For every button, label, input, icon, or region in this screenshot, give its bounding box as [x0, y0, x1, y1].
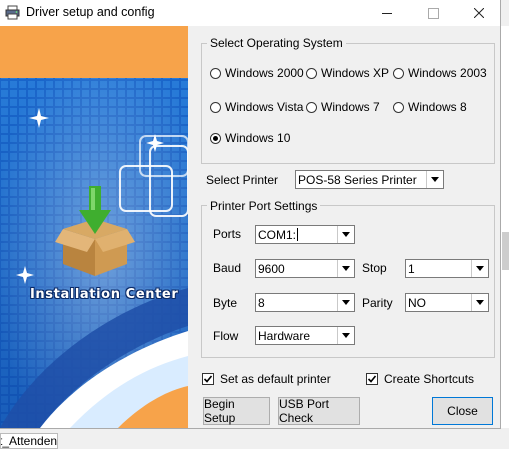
chevron-down-icon — [471, 260, 488, 277]
title-bar: Driver setup and config — [0, 0, 500, 26]
chevron-down-icon — [337, 260, 354, 277]
byte-select-value: 8 — [258, 295, 265, 310]
radio-circle — [393, 67, 404, 79]
radio-label: Windows 10 — [225, 131, 291, 145]
printer-select-value: POS-58 Series Printer — [298, 172, 417, 187]
background-desktop — [0, 428, 509, 449]
radio-label: Windows Vista — [225, 100, 304, 114]
maximize-icon — [427, 7, 439, 19]
maximize-button[interactable] — [410, 0, 456, 26]
radio-circle — [210, 101, 221, 113]
installation-banner: Installation Center — [0, 26, 188, 428]
radio-label: Windows 2003 — [408, 66, 487, 80]
checkbox-box — [366, 373, 378, 385]
chevron-down-icon — [471, 294, 488, 311]
radio-windows-7[interactable]: Windows 7 — [306, 100, 380, 114]
byte-select[interactable]: 8 — [255, 293, 355, 312]
radio-label: Windows XP — [321, 66, 390, 80]
radio-windows-xp[interactable]: Windows XP — [306, 66, 389, 80]
radio-label: Windows 8 — [408, 100, 467, 114]
radio-windows-10[interactable]: Windows 10 — [210, 131, 290, 145]
baud-select-value: 9600 — [258, 261, 285, 276]
printer-select[interactable]: POS-58 Series Printer — [295, 170, 444, 189]
radio-circle-selected — [210, 132, 221, 144]
radio-windows-2003[interactable]: Windows 2003 — [393, 66, 487, 80]
banner-caption: Installation Center — [30, 287, 179, 302]
flow-select-value: Hardware — [258, 328, 311, 343]
close-icon — [474, 8, 484, 18]
background-panel-edge — [500, 26, 509, 428]
background-taskbar-item: t_Attenden — [0, 433, 58, 449]
byte-label: Byte — [213, 296, 238, 310]
radio-label: Windows 2000 — [225, 66, 304, 80]
ports-select-value: COM1: — [258, 227, 299, 242]
stop-select-value: 1 — [408, 261, 415, 276]
chevron-down-icon — [337, 294, 354, 311]
select-printer-label: Select Printer — [206, 173, 279, 187]
begin-setup-button[interactable]: Begin Setup — [203, 397, 270, 425]
radio-label: Windows 7 — [321, 100, 380, 114]
checkmark-icon — [367, 375, 377, 383]
stop-select[interactable]: 1 — [405, 259, 489, 278]
radio-circle — [306, 101, 317, 113]
window-title: Driver setup and config — [26, 5, 155, 19]
background-scrollbar-thumb — [502, 232, 509, 270]
checkbox-label: Create Shortcuts — [384, 372, 475, 386]
chevron-down-icon — [337, 226, 354, 243]
close-window-button[interactable] — [456, 0, 502, 26]
minimize-icon — [382, 12, 392, 14]
radio-windows-2000[interactable]: Windows 2000 — [210, 66, 304, 80]
radio-windows-8[interactable]: Windows 8 — [393, 100, 467, 114]
parity-label: Parity — [362, 296, 393, 310]
radio-windows-vista[interactable]: Windows Vista — [210, 100, 303, 114]
printer-app-icon — [5, 5, 20, 20]
default-printer-checkbox[interactable]: Set as default printer — [202, 372, 331, 386]
flow-select[interactable]: Hardware — [255, 326, 355, 345]
radio-circle — [393, 101, 404, 113]
parity-select[interactable]: NO — [405, 293, 489, 312]
close-button[interactable]: Close — [432, 397, 493, 425]
checkbox-label: Set as default printer — [220, 372, 331, 386]
chevron-down-icon — [337, 327, 354, 344]
text-cursor — [297, 228, 299, 241]
port-settings-legend: Printer Port Settings — [207, 199, 321, 213]
os-group-legend: Select Operating System — [207, 36, 346, 50]
radio-circle — [210, 67, 221, 79]
create-shortcuts-checkbox[interactable]: Create Shortcuts — [366, 372, 474, 386]
background-taskbar-text: t_Attenden — [0, 434, 58, 448]
ports-select[interactable]: COM1: — [255, 225, 355, 244]
minimize-button[interactable] — [364, 0, 410, 26]
checkbox-box — [202, 373, 214, 385]
flow-label: Flow — [213, 329, 239, 343]
usb-port-check-button[interactable]: USB Port Check — [278, 397, 360, 425]
box-download-icon — [55, 184, 135, 279]
stop-label: Stop — [362, 261, 387, 275]
baud-label: Baud — [213, 261, 242, 275]
radio-circle — [306, 67, 317, 79]
checkmark-icon — [203, 375, 213, 383]
parity-select-value: NO — [408, 295, 426, 310]
setup-window: Driver setup and config Installation Cen… — [0, 0, 501, 429]
chevron-down-icon — [426, 171, 443, 188]
baud-select[interactable]: 9600 — [255, 259, 355, 278]
ports-label: Ports — [213, 227, 242, 241]
